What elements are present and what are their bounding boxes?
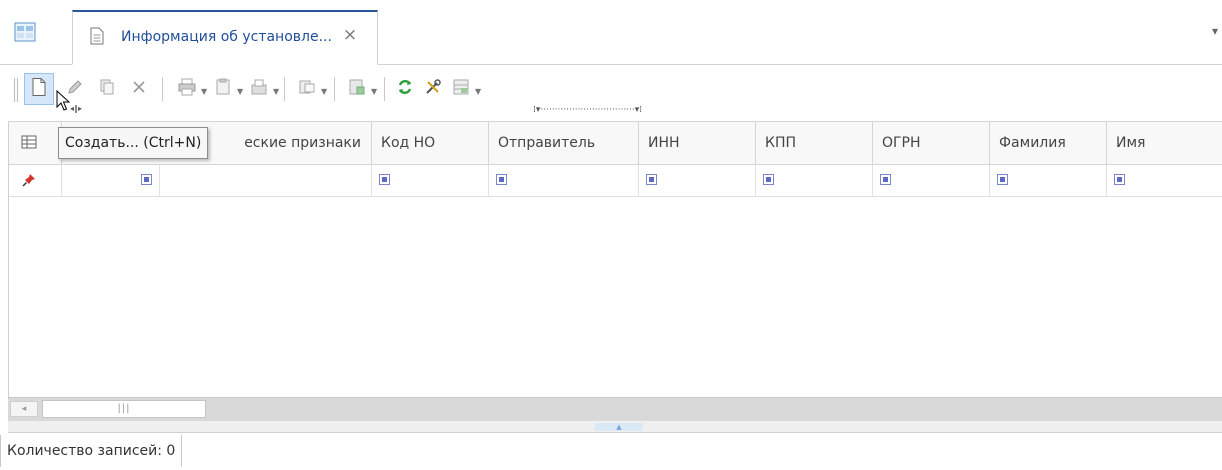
grid-icon: [21, 135, 37, 149]
close-icon: [131, 79, 147, 99]
filter-condition-icon[interactable]: [997, 174, 1008, 185]
chevron-down-icon[interactable]: ▼: [475, 87, 481, 96]
toolbar-separator: [334, 77, 335, 101]
column-header-kpp[interactable]: КПП: [756, 122, 873, 164]
filter-cell[interactable]: [873, 165, 990, 196]
tab-strip: Информация об установле... × ▾: [0, 0, 1222, 65]
column-header-inn[interactable]: ИНН: [639, 122, 756, 164]
column-chooser[interactable]: [9, 122, 62, 164]
data-grid: еские признаки Код НО Отправитель ИНН КП…: [8, 121, 1222, 421]
filter-button[interactable]: [342, 73, 372, 105]
filter-cell[interactable]: [1107, 165, 1222, 196]
report-icon: [214, 78, 232, 100]
copy-button[interactable]: [92, 73, 122, 105]
filter-clear-cell[interactable]: [9, 165, 62, 196]
export-icon: [250, 78, 268, 100]
column-header-sender[interactable]: Отправитель: [489, 122, 639, 164]
toolbar-separator: [384, 77, 385, 101]
tab-information[interactable]: Информация об установле... ×: [72, 10, 378, 65]
panel-splitter[interactable]: ▲: [8, 421, 1222, 433]
toolbar-grip: [14, 78, 18, 102]
column-header-surname[interactable]: Фамилия: [990, 122, 1107, 164]
chevron-down-icon[interactable]: ▼: [201, 87, 207, 96]
extra-button[interactable]: [446, 73, 476, 105]
tools-icon: [424, 78, 442, 100]
grid-body[interactable]: [9, 197, 1222, 397]
print-button[interactable]: [172, 73, 202, 105]
filter-cell[interactable]: [639, 165, 756, 196]
filter-condition-icon[interactable]: [141, 174, 152, 185]
filter-cell[interactable]: [372, 165, 489, 196]
column-resize-handle[interactable]: ◂‖▸: [70, 104, 82, 113]
filter-condition-icon[interactable]: [646, 174, 657, 185]
documents-button[interactable]: [292, 73, 322, 105]
tab-title: Информация об установле...: [121, 29, 332, 45]
filter-condition-icon[interactable]: [496, 174, 507, 185]
toolbar-separator: [162, 77, 163, 101]
horizontal-scrollbar[interactable]: ◂ |||: [8, 397, 1222, 421]
printer-icon: [177, 78, 197, 100]
column-header-kod-no[interactable]: Код НО: [372, 122, 489, 164]
filter-condition-icon[interactable]: [763, 174, 774, 185]
scroll-left-button[interactable]: ◂: [10, 401, 38, 417]
refresh-icon: [396, 78, 414, 100]
filter-cell[interactable]: [756, 165, 873, 196]
toolbar-separator: [284, 77, 285, 101]
filter-row: [9, 165, 1222, 197]
chevron-down-icon[interactable]: ▼: [273, 87, 279, 96]
filter-cell[interactable]: [62, 165, 160, 196]
column-header-name[interactable]: Имя: [1107, 122, 1222, 164]
delete-button[interactable]: [124, 73, 154, 105]
record-count: Количество записей: 0: [0, 435, 183, 467]
scrollbar-thumb[interactable]: |||: [42, 400, 206, 418]
filter-condition-icon[interactable]: [1114, 174, 1125, 185]
chevron-down-icon[interactable]: ▾: [1212, 24, 1218, 38]
chevron-down-icon[interactable]: ▼: [237, 87, 243, 96]
table-icon: [452, 78, 470, 100]
document-stack-icon: [298, 78, 316, 100]
close-icon[interactable]: ×: [341, 25, 359, 45]
drag-indicator: ⁞▾·································▾⁞: [533, 105, 643, 115]
table-view-icon[interactable]: [14, 22, 36, 42]
chevron-up-icon[interactable]: ▲: [595, 423, 643, 431]
pin-icon: [22, 173, 36, 187]
chevron-down-icon[interactable]: ▼: [321, 87, 327, 96]
filter-condition-icon[interactable]: [880, 174, 891, 185]
reports-button[interactable]: [208, 73, 238, 105]
column-header-ogrn[interactable]: ОГРН: [873, 122, 990, 164]
document-icon: [89, 27, 105, 45]
mouse-cursor-icon: [56, 89, 71, 116]
settings-button[interactable]: [418, 73, 448, 105]
create-button[interactable]: [24, 73, 54, 105]
export-button[interactable]: [244, 73, 274, 105]
filter-icon: [348, 78, 366, 100]
copy-icon: [98, 78, 116, 100]
chevron-down-icon[interactable]: ▼: [371, 87, 377, 96]
filter-cell[interactable]: [489, 165, 639, 196]
refresh-button[interactable]: [390, 73, 420, 105]
filter-input[interactable]: [160, 165, 372, 196]
filter-condition-icon[interactable]: [379, 174, 390, 185]
status-bar: Количество записей: 0: [0, 433, 1222, 470]
filter-cell[interactable]: [990, 165, 1107, 196]
new-document-icon: [31, 77, 47, 101]
tooltip: Создать... (Ctrl+N): [58, 127, 209, 159]
